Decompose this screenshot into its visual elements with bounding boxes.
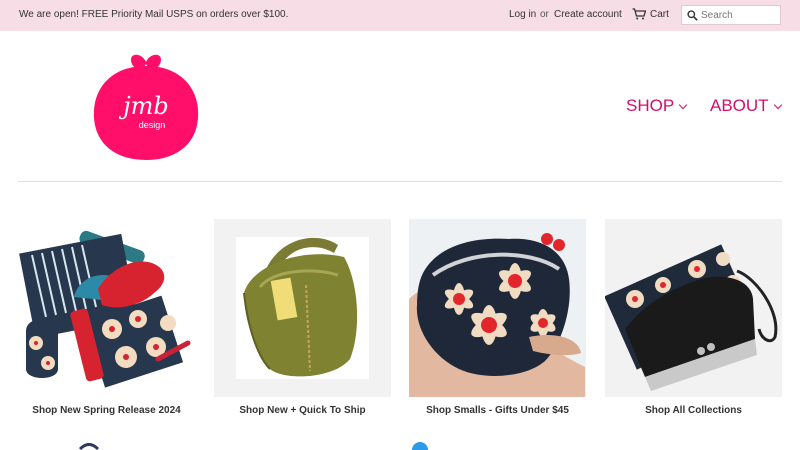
collection-card-all-collections[interactable]: Shop All Collections (605, 219, 782, 416)
cart-icon[interactable] (632, 8, 646, 20)
search-icon[interactable] (687, 10, 698, 21)
nav-about-label: ABOUT (710, 96, 769, 115)
next-row-images-partial (78, 442, 428, 450)
collection-title[interactable]: Shop New + Quick To Ship (214, 405, 391, 416)
search-input[interactable] (701, 8, 779, 23)
product-image-smalls[interactable] (409, 219, 586, 397)
chevron-down-icon (678, 100, 688, 110)
collection-card-new-quick-ship[interactable]: Shop New + Quick To Ship (214, 219, 391, 416)
header-divider (18, 181, 782, 182)
cart-link[interactable]: Cart (650, 9, 669, 20)
login-link[interactable]: Log in (509, 9, 536, 20)
logo-text-jmb: jmb (118, 92, 169, 120)
collection-title[interactable]: Shop New Spring Release 2024 (18, 405, 195, 416)
logo-text-design: design (139, 120, 166, 130)
nav-about[interactable]: ABOUT (710, 96, 782, 116)
collection-card-smalls[interactable]: Shop Smalls - Gifts Under $45 (409, 219, 586, 416)
product-image-all-collections[interactable] (605, 219, 782, 397)
jmb-design-logo[interactable]: jmb design (90, 52, 202, 162)
collection-card-spring-release[interactable]: Shop New Spring Release 2024 (18, 219, 195, 416)
product-image-new-quick-ship[interactable] (214, 219, 391, 397)
announcement-text: We are open! FREE Priority Mail USPS on … (19, 9, 289, 20)
collection-title[interactable]: Shop Smalls - Gifts Under $45 (409, 405, 586, 416)
product-image-spring-release[interactable] (18, 219, 195, 397)
search-box[interactable] (681, 5, 781, 25)
collection-title[interactable]: Shop All Collections (605, 405, 782, 416)
announcement-bar: We are open! FREE Priority Mail USPS on … (0, 0, 800, 31)
nav-shop[interactable]: SHOP (626, 96, 688, 116)
chevron-down-icon (773, 100, 782, 110)
nav-shop-label: SHOP (626, 96, 675, 115)
create-account-link[interactable]: Create account (554, 9, 622, 20)
or-text: or (540, 9, 549, 20)
